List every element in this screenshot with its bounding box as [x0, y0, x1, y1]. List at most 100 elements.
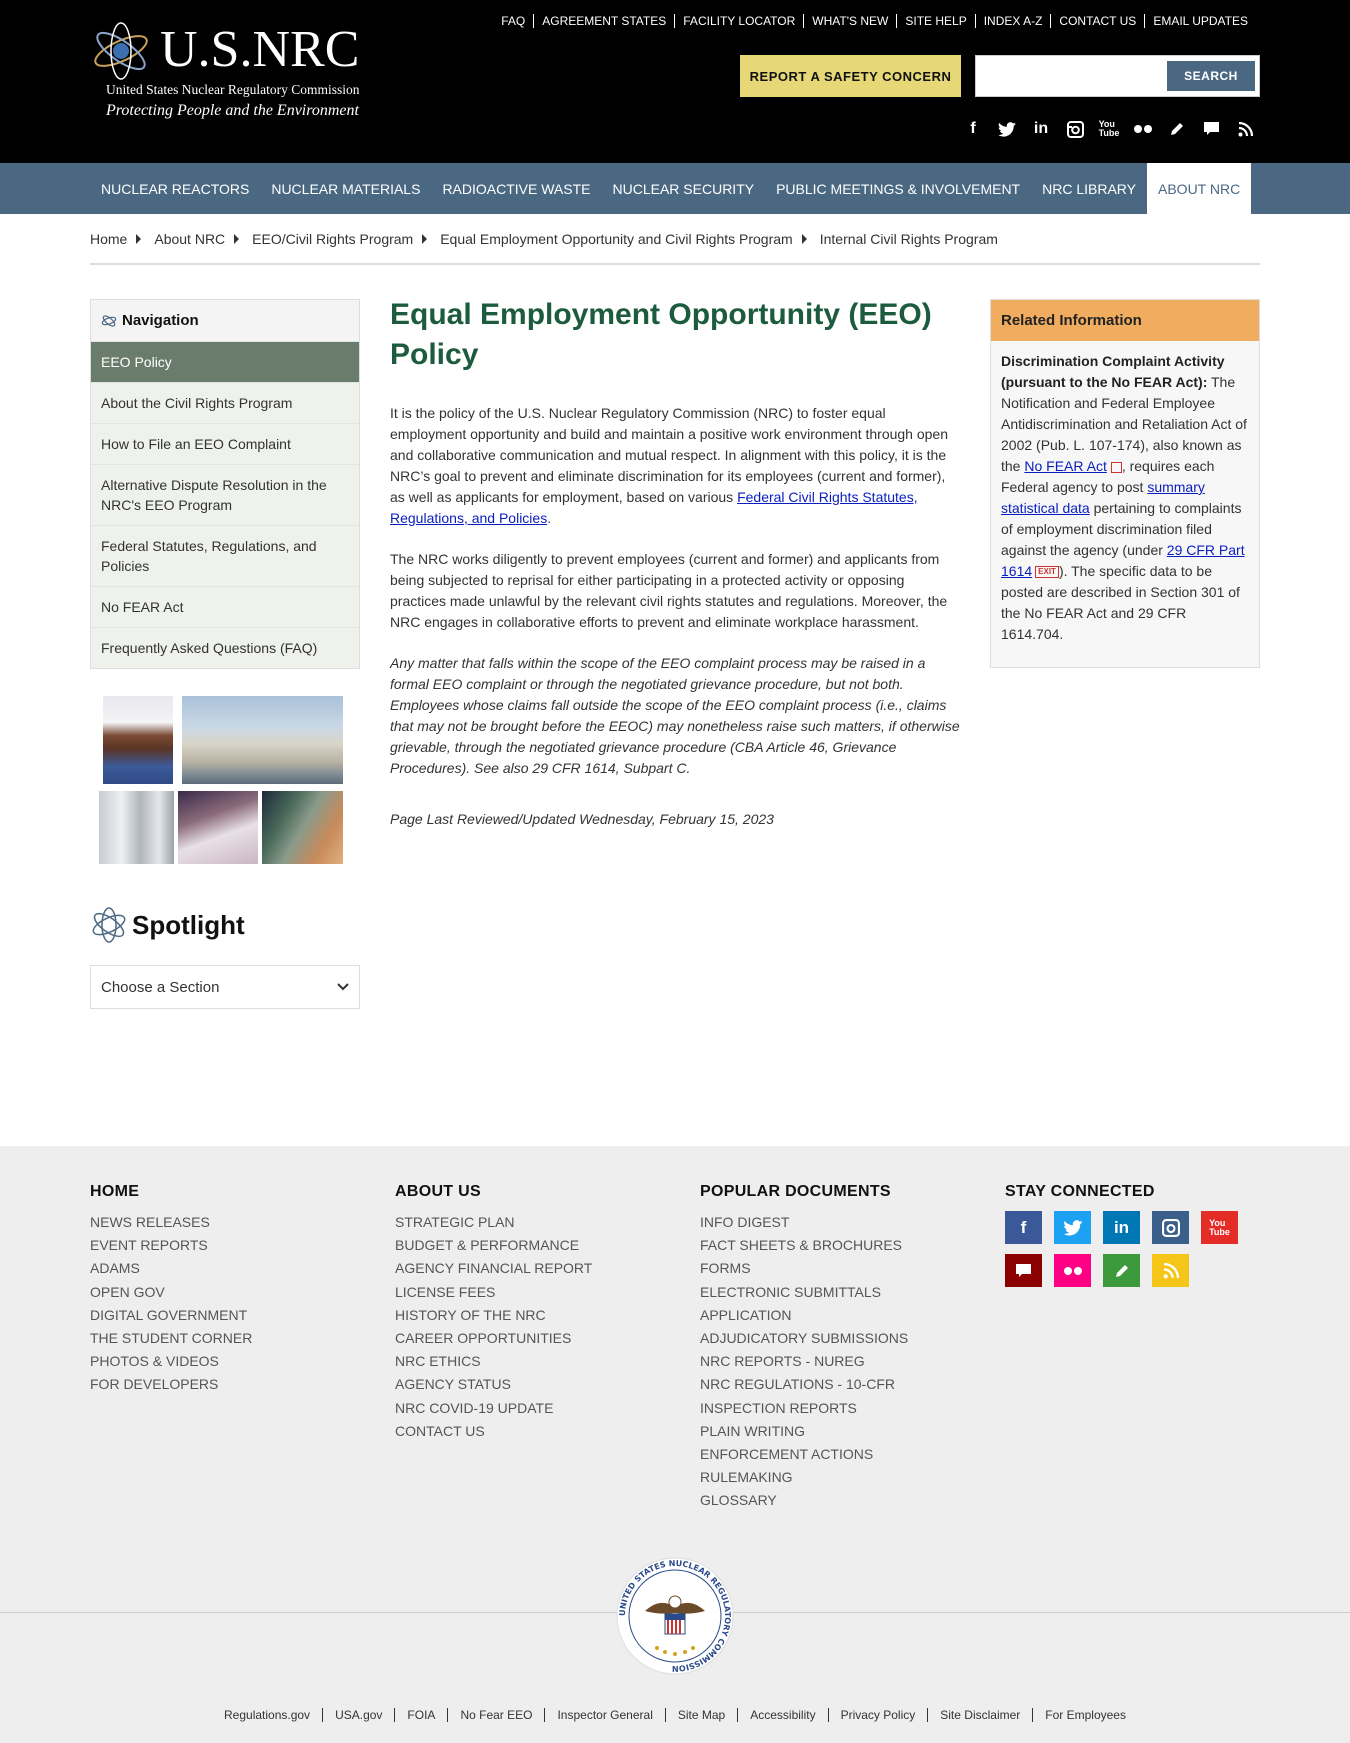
util-link-faq[interactable]: FAQ	[493, 14, 533, 28]
twitter-icon[interactable]	[996, 118, 1018, 140]
footer-link[interactable]: FOR DEVELOPERS	[90, 1373, 252, 1396]
footer-link[interactable]: STRATEGIC PLAN	[395, 1211, 592, 1234]
footer-link[interactable]: ELECTRONIC SUBMITTALS	[700, 1281, 908, 1304]
util-link-facility-locator[interactable]: FACILITY LOCATOR	[674, 14, 803, 28]
linkedin-icon[interactable]: in	[1103, 1211, 1140, 1244]
util-link-site-help[interactable]: SITE HELP	[896, 14, 974, 28]
nav-item-nuclear-security[interactable]: NUCLEAR SECURITY	[602, 163, 766, 214]
footer-link[interactable]: PLAIN WRITING	[700, 1420, 908, 1443]
nav-item-nuclear-materials[interactable]: NUCLEAR MATERIALS	[260, 163, 431, 214]
footer-link[interactable]: AGENCY STATUS	[395, 1373, 592, 1396]
footer-link[interactable]: ADAMS	[90, 1257, 252, 1280]
footer-link[interactable]: HISTORY OF THE NRC	[395, 1304, 592, 1327]
sidebar-item-about-civil-rights[interactable]: About the Civil Rights Program	[91, 382, 359, 423]
sidebar-item-faq[interactable]: Frequently Asked Questions (FAQ)	[91, 627, 359, 668]
sidebar-item-adr[interactable]: Alternative Dispute Resolution in the NR…	[91, 464, 359, 525]
breadcrumb: Home About NRC EEO/Civil Rights Program …	[90, 214, 1260, 265]
nrc-logo[interactable]: U.S.NRC United States Nuclear Regulatory…	[90, 18, 365, 123]
footer-link[interactable]: AGENCY FINANCIAL REPORT	[395, 1257, 592, 1280]
rss-icon[interactable]	[1152, 1254, 1189, 1287]
nav-item-public-meetings[interactable]: PUBLIC MEETINGS & INVOLVEMENT	[765, 163, 1031, 214]
sidebar-item-eeo-policy[interactable]: EEO Policy	[91, 341, 359, 382]
footer-link[interactable]: NRC COVID-19 UPDATE	[395, 1397, 592, 1420]
footer-bottom-link[interactable]: USA.gov	[322, 1708, 394, 1722]
util-link-index[interactable]: INDEX A-Z	[974, 14, 1051, 28]
footer-about-title[interactable]: ABOUT US	[395, 1183, 592, 1201]
util-link-agreement-states[interactable]: AGREEMENT STATES	[533, 14, 674, 28]
rss-icon[interactable]	[1234, 118, 1256, 140]
footer-home-title[interactable]: HOME	[90, 1183, 252, 1201]
footer-bottom-link[interactable]: FOIA	[394, 1708, 447, 1722]
nav-item-radioactive-waste[interactable]: RADIOACTIVE WASTE	[431, 163, 601, 214]
footer-link[interactable]: NRC REGULATIONS - 10-CFR	[700, 1373, 908, 1396]
comment-icon[interactable]	[1005, 1254, 1042, 1287]
footer-link[interactable]: RULEMAKING	[700, 1466, 908, 1489]
nrc-seal-icon: UNITED STATES NUCLEAR REGULATORY COMMISS…	[616, 1557, 734, 1675]
footer-bottom-link[interactable]: No Fear EEO	[447, 1708, 544, 1722]
report-safety-concern-button[interactable]: REPORT A SAFETY CONCERN	[740, 55, 961, 97]
util-link-whats-new[interactable]: WHAT'S NEW	[803, 14, 896, 28]
blog-icon[interactable]	[1103, 1254, 1140, 1287]
facebook-icon[interactable]: f	[962, 118, 984, 140]
instagram-icon[interactable]	[1152, 1211, 1189, 1244]
footer-bottom-link[interactable]: Privacy Policy	[827, 1708, 928, 1722]
footer-link[interactable]: ADJUDICATORY SUBMISSIONS	[700, 1327, 908, 1350]
footer-link[interactable]: FORMS	[700, 1257, 908, 1280]
footer-link[interactable]: APPLICATION	[700, 1304, 908, 1327]
footer-col-popular: POPULAR DOCUMENTS INFO DIGEST FACT SHEET…	[700, 1183, 908, 1513]
no-fear-act-link[interactable]: No FEAR Act	[1024, 458, 1106, 474]
footer-link[interactable]: CAREER OPPORTUNITIES	[395, 1327, 592, 1350]
linkedin-icon[interactable]: in	[1030, 118, 1052, 140]
youtube-icon[interactable]: You Tube	[1201, 1211, 1238, 1244]
footer-link[interactable]: GLOSSARY	[700, 1489, 908, 1512]
footer-link[interactable]: PHOTOS & VIDEOS	[90, 1350, 252, 1373]
sidebar-item-file-complaint[interactable]: How to File an EEO Complaint	[91, 423, 359, 464]
breadcrumb-about-nrc[interactable]: About NRC	[154, 231, 225, 247]
footer-link[interactable]: OPEN GOV	[90, 1281, 252, 1304]
footer-link[interactable]: ENFORCEMENT ACTIONS	[700, 1443, 908, 1466]
sidebar-item-federal-statutes[interactable]: Federal Statutes, Regulations, and Polic…	[91, 525, 359, 586]
search-button[interactable]: SEARCH	[1167, 61, 1255, 91]
footer-bottom-link[interactable]: For Employees	[1032, 1708, 1138, 1722]
nav-item-about-nrc[interactable]: ABOUT NRC	[1147, 163, 1252, 214]
footer-bottom-link[interactable]: Site Map	[664, 1708, 737, 1722]
footer-bottom-link[interactable]: Regulations.gov	[212, 1708, 322, 1722]
flickr-icon[interactable]	[1054, 1254, 1091, 1287]
footer-bottom-link[interactable]: Inspector General	[544, 1708, 664, 1722]
footer-link[interactable]: CONTACT US	[395, 1420, 592, 1443]
footer-link[interactable]: EVENT REPORTS	[90, 1234, 252, 1257]
breadcrumb-home[interactable]: Home	[90, 231, 127, 247]
footer-link[interactable]: BUDGET & PERFORMANCE	[395, 1234, 592, 1257]
util-link-email-updates[interactable]: EMAIL UPDATES	[1144, 14, 1256, 28]
footer-link[interactable]: INFO DIGEST	[700, 1211, 908, 1234]
section-navigation: Navigation EEO Policy About the Civil Ri…	[90, 299, 360, 669]
footer-link[interactable]: INSPECTION REPORTS	[700, 1397, 908, 1420]
sidebar-item-no-fear-act[interactable]: No FEAR Act	[91, 586, 359, 627]
nav-item-nuclear-reactors[interactable]: NUCLEAR REACTORS	[90, 163, 260, 214]
twitter-icon[interactable]	[1054, 1211, 1091, 1244]
breadcrumb-eeo-civil-rights[interactable]: EEO/Civil Rights Program	[252, 231, 413, 247]
footer-link[interactable]: NEWS RELEASES	[90, 1211, 252, 1234]
blog-icon[interactable]	[1166, 118, 1188, 140]
footer-popular-title[interactable]: POPULAR DOCUMENTS	[700, 1183, 908, 1201]
related-information: Related Information Discrimination Compl…	[990, 299, 1260, 668]
footer-bottom-link[interactable]: Site Disclaimer	[927, 1708, 1032, 1722]
instagram-icon[interactable]	[1064, 118, 1086, 140]
footer-link[interactable]: FACT SHEETS & BROCHURES	[700, 1234, 908, 1257]
footer-link[interactable]: NRC REPORTS - NUREG	[700, 1350, 908, 1373]
youtube-icon[interactable]: You Tube	[1098, 118, 1120, 140]
breadcrumb-internal-civil-rights[interactable]: Internal Civil Rights Program	[820, 231, 998, 247]
footer-link[interactable]: NRC ETHICS	[395, 1350, 592, 1373]
footer-link[interactable]: THE STUDENT CORNER	[90, 1327, 252, 1350]
footer-link[interactable]: LICENSE FEES	[395, 1281, 592, 1304]
footer-link[interactable]: DIGITAL GOVERNMENT	[90, 1304, 252, 1327]
flickr-icon[interactable]	[1132, 118, 1154, 140]
footer-bottom-link[interactable]: Accessibility	[737, 1708, 827, 1722]
facebook-icon[interactable]: f	[1005, 1211, 1042, 1244]
search-input[interactable]	[980, 60, 1160, 92]
comment-icon[interactable]	[1200, 118, 1222, 140]
breadcrumb-eeo-program[interactable]: Equal Employment Opportunity and Civil R…	[440, 231, 793, 247]
choose-section-select[interactable]: Choose a Section	[90, 965, 360, 1009]
util-link-contact-us[interactable]: CONTACT US	[1050, 14, 1144, 28]
nav-item-nrc-library[interactable]: NRC LIBRARY	[1031, 163, 1147, 214]
